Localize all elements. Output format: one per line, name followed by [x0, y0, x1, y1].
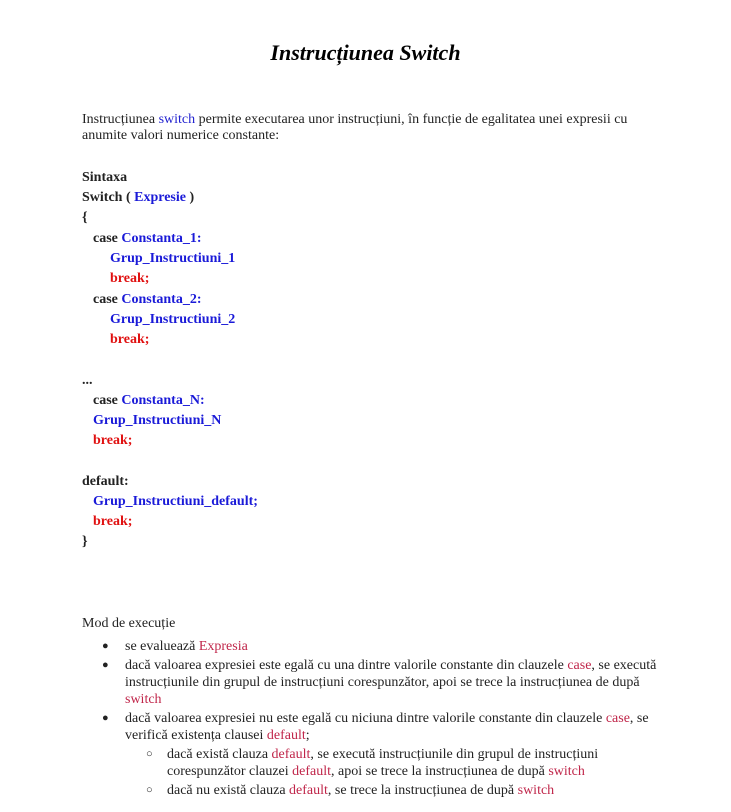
keyword-default: default: [266, 728, 306, 743]
switch-line: Switch ( Expresie ): [82, 188, 194, 208]
group-n: Grup_Instructiuni_N: [93, 413, 222, 428]
group-default: Grup_Instructiuni_default;: [93, 494, 258, 509]
keyword-switch: switch: [517, 783, 555, 798]
break-n: break;: [93, 433, 133, 448]
sub-item-text: , apoi se trece la instrucțiunea de după: [331, 764, 549, 779]
page-title: Instrucțiunea Switch: [270, 40, 461, 65]
list-item-text: se evaluează: [125, 639, 199, 654]
case-line-n: case Constanta_N:: [93, 391, 205, 411]
switch-expression: Expresie: [134, 190, 186, 205]
sub-list-item: dacă nu există clauza default, se trece …: [125, 782, 662, 799]
list-item-text: dacă valoarea expresiei este egală cu un…: [125, 658, 568, 673]
keyword-expresia: Expresia: [198, 639, 248, 654]
case-keyword: case: [93, 393, 122, 408]
sub-item-text: dacă nu există clauza: [167, 783, 290, 798]
group-1: Grup_Instructiuni_1: [110, 251, 236, 266]
intro-text: Instrucțiunea: [82, 112, 159, 127]
case-keyword: case: [93, 292, 122, 307]
keyword-case: case: [567, 658, 592, 673]
constant-1: Constanta_1:: [121, 231, 202, 246]
keyword-case: case: [605, 711, 630, 726]
case-line-1: case Constanta_1:: [93, 229, 202, 249]
list-item: dacă valoarea expresiei este egală cu un…: [82, 657, 662, 708]
sub-list-item: dacă există clauza default, se execută i…: [125, 746, 662, 780]
break-2: break;: [110, 332, 150, 347]
intro-paragraph: Instrucțiunea switch permite executarea …: [82, 112, 662, 144]
execution-list: se evaluează Expresia dacă valoarea expr…: [82, 638, 662, 801]
list-item-text: dacă valoarea expresiei nu este egală cu…: [125, 711, 606, 726]
sub-list: dacă există clauza default, se execută i…: [125, 746, 662, 799]
break-1: break;: [110, 271, 150, 286]
keyword-switch: switch: [548, 764, 585, 779]
close-brace: }: [82, 534, 88, 549]
open-brace: {: [82, 210, 88, 225]
break-default: break;: [93, 514, 133, 529]
constant-n: Constanta_N:: [121, 393, 205, 408]
keyword-switch: switch: [125, 692, 162, 707]
case-keyword: case: [93, 231, 122, 246]
syntax-heading: Sintaxa: [82, 170, 128, 185]
list-item: dacă valoarea expresiei nu este egală cu…: [82, 710, 662, 799]
document-page: Instrucțiunea Switch Instrucțiunea switc…: [0, 0, 731, 812]
ellipsis: ...: [82, 373, 93, 388]
list-item-text: ;: [305, 728, 310, 743]
keyword-default: default: [292, 764, 332, 779]
switch-paren: ): [185, 190, 195, 205]
case-line-2: case Constanta_2:: [93, 290, 202, 310]
switch-keyword: Switch (: [82, 190, 135, 205]
execution-heading: Mod de execuție: [82, 616, 176, 631]
keyword-default: default: [271, 747, 311, 762]
sub-item-text: , se trece la instrucțiunea de după: [327, 783, 518, 798]
constant-2: Constanta_2:: [121, 292, 202, 307]
keyword-default: default: [289, 783, 328, 798]
intro-keyword: switch: [158, 112, 196, 127]
sub-item-text: dacă există clauza: [167, 747, 272, 762]
default-keyword: default:: [82, 474, 129, 489]
group-2: Grup_Instructiuni_2: [110, 312, 236, 327]
list-item: se evaluează Expresia: [82, 638, 662, 655]
